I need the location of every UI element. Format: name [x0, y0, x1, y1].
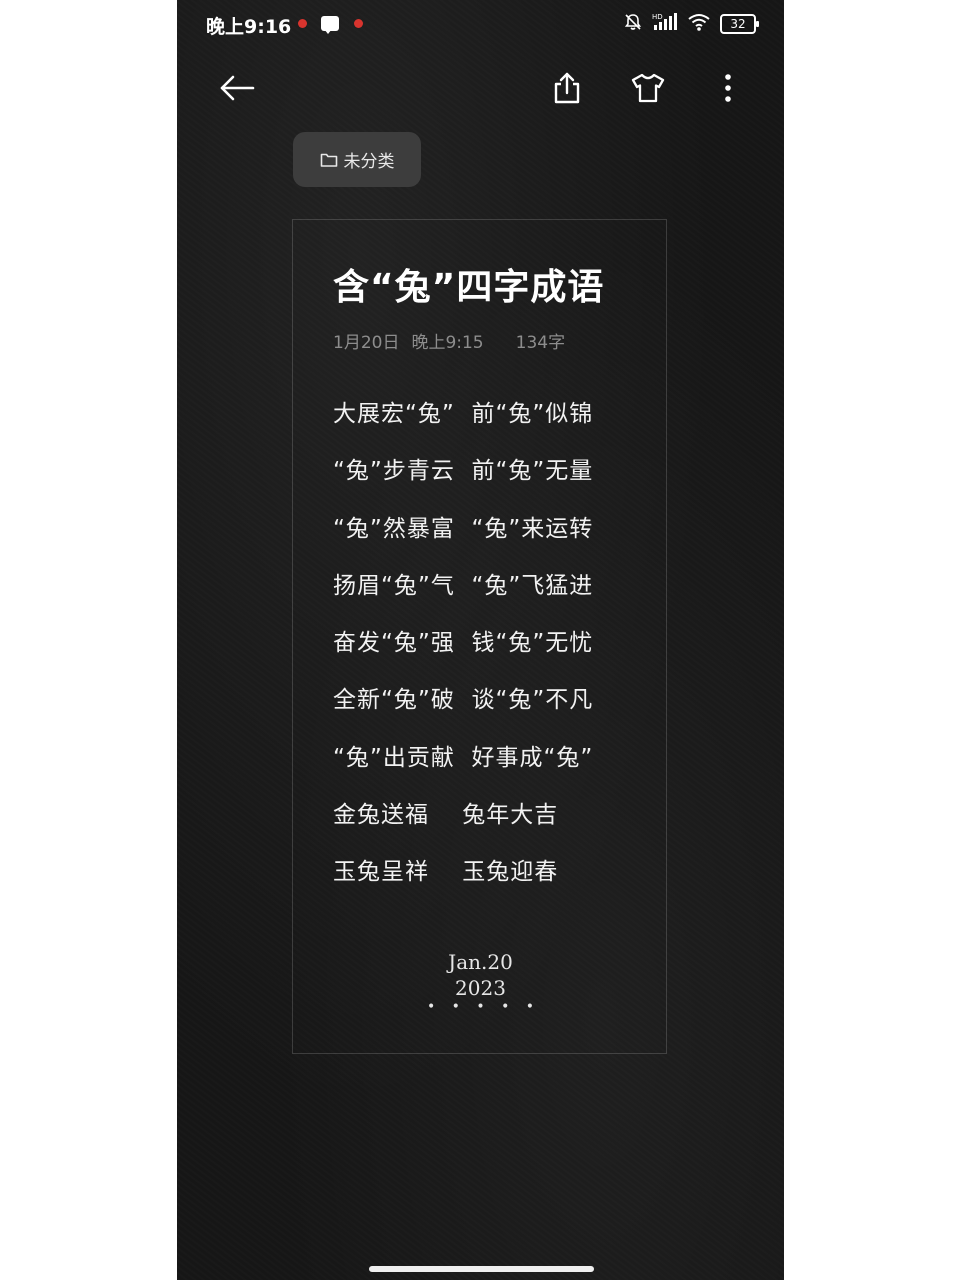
footer-dots: • • • • •	[426, 999, 541, 1015]
mute-icon	[623, 12, 643, 36]
home-indicator[interactable]	[369, 1266, 594, 1272]
note-meta: 1月20日 晚上9:15 134字	[333, 328, 565, 353]
footer-date-month: Jan.20	[448, 950, 513, 974]
share-button[interactable]	[539, 60, 595, 116]
note-line: 玉兔呈祥 玉兔迎春	[333, 859, 559, 886]
more-options-button[interactable]	[700, 60, 756, 116]
hd-signal-icon: HD	[652, 12, 678, 36]
folder-label: 未分类	[343, 152, 395, 172]
battery-icon: 32	[720, 14, 759, 34]
note-line: “兔”然暴富 “兔”来运转	[333, 515, 594, 542]
note-card[interactable]: 含“兔”四字成语 1月20日 晚上9:15 134字 大展宏“兔” 前“兔”似锦…	[292, 219, 667, 1054]
notification-dot-icon	[298, 19, 307, 28]
status-bar: 晚上9:16 HD 32	[177, 0, 784, 50]
message-icon	[321, 16, 339, 34]
note-toolbar	[177, 60, 784, 120]
note-line: 全新“兔”破 谈“兔”不凡	[333, 687, 594, 714]
note-footer-date: Jan.20 2023 • • • • •	[293, 950, 668, 1014]
folder-chip[interactable]: 未分类	[293, 132, 421, 187]
wifi-icon	[687, 12, 711, 36]
note-body[interactable]: 大展宏“兔” 前“兔”似锦 “兔”步青云 前“兔”无量 “兔”然暴富 “兔”来运…	[333, 394, 593, 910]
note-line: “兔”出贡献 好事成“兔”	[333, 744, 594, 771]
note-line: 金兔送福 兔年大吉	[333, 802, 559, 829]
svg-text:HD: HD	[652, 13, 663, 21]
note-title[interactable]: 含“兔”四字成语	[333, 258, 604, 310]
note-line: 大展宏“兔” 前“兔”似锦	[333, 401, 594, 427]
note-time: 晚上9:15	[411, 333, 484, 353]
note-line: 奋发“兔”强 钱“兔”无忧	[333, 630, 594, 657]
share-icon	[554, 72, 580, 104]
note-line: “兔”步青云 前“兔”无量	[333, 458, 594, 485]
status-icons: HD 32	[623, 12, 759, 36]
back-button[interactable]	[209, 60, 265, 116]
note-line: 扬眉“兔”气 “兔”飞猛进	[333, 572, 594, 599]
notification-dot-icon	[354, 19, 363, 28]
status-time: 晚上9:16	[206, 16, 292, 38]
folder-icon	[320, 153, 337, 167]
note-word-count: 134字	[515, 333, 566, 353]
note-date: 1月20日	[333, 333, 400, 353]
theme-button[interactable]	[620, 60, 676, 116]
footer-date-year: 2023	[455, 976, 506, 1000]
back-arrow-icon	[220, 75, 255, 101]
more-vertical-icon	[725, 74, 731, 102]
phone-screen: 晚上9:16 HD 32 未分类 含“兔”四字成语 1月20日 晚上9:15 1…	[177, 0, 784, 1280]
theme-shirt-icon	[631, 73, 665, 103]
